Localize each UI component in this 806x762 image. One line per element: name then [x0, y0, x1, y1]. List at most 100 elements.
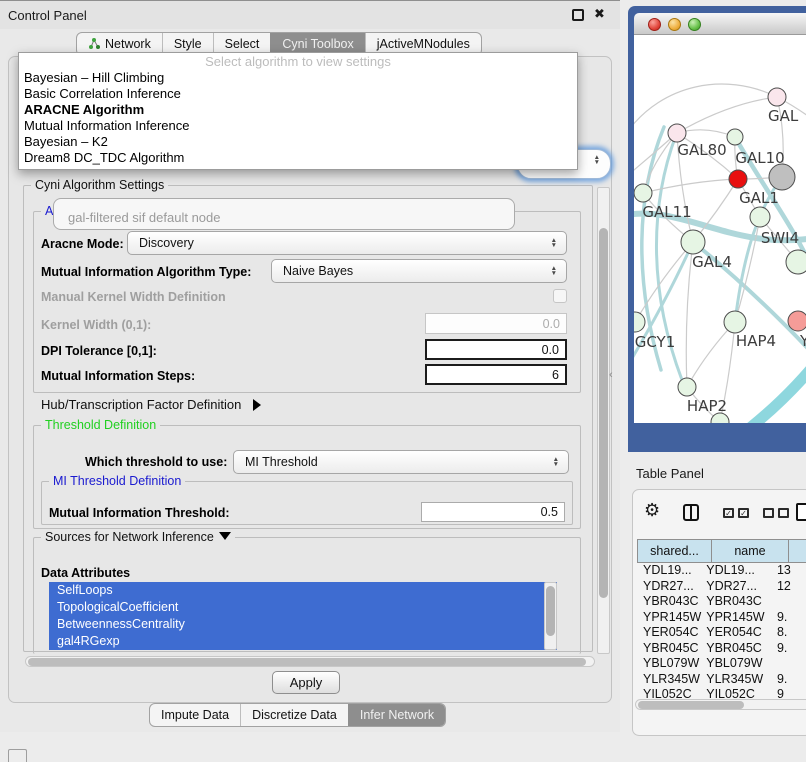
- attributes-list-vscrollbar[interactable]: [544, 582, 557, 650]
- network-edge[interactable]: [677, 97, 777, 133]
- dpi-tolerance-field[interactable]: 0.0: [425, 339, 567, 360]
- mi-threshold-legend: MI Threshold Definition: [49, 474, 185, 489]
- split-pane-collapse-icon[interactable]: ‹: [609, 369, 613, 381]
- threshold-definition-legend: Threshold Definition: [41, 418, 160, 433]
- algorithm-option[interactable]: ARACNE Algorithm: [19, 102, 577, 118]
- table-row[interactable]: YDL19...YDL19...13: [637, 563, 806, 579]
- algorithm-option[interactable]: Dream8 DC_TDC Algorithm: [19, 150, 577, 166]
- checked-checkbox-icon[interactable]: ✓: [738, 508, 749, 518]
- scrollbar-thumb[interactable]: [546, 586, 555, 636]
- table-cell: YPR145W: [702, 610, 769, 626]
- close-panel-icon[interactable]: ✖: [594, 6, 605, 22]
- table-cell: YER054C: [702, 625, 769, 641]
- table-cell: YBR043C: [637, 594, 702, 610]
- kernel-width-field[interactable]: 0.0: [425, 313, 567, 334]
- network-node[interactable]: [724, 311, 746, 333]
- tab-infer-network[interactable]: Infer Network: [348, 704, 445, 726]
- sources-legend[interactable]: Sources for Network Inference: [41, 530, 235, 545]
- table-cell: [769, 594, 806, 610]
- data-attributes-list[interactable]: SelfLoopsTopologicalCoefficientBetweenne…: [49, 582, 557, 650]
- scrollbar-thumb[interactable]: [28, 658, 586, 666]
- scrollbar-thumb[interactable]: [638, 701, 744, 709]
- algorithm-option[interactable]: Bayesian – K2: [19, 134, 577, 150]
- hub-definition-toggle[interactable]: Hub/Transcription Factor Definition: [41, 397, 261, 412]
- network-node-label: GAL: [768, 107, 799, 125]
- table-cell: YBL079W: [702, 656, 769, 672]
- network-node[interactable]: [788, 311, 806, 331]
- mi-type-combobox[interactable]: Naive Bayes ▲▼: [271, 259, 567, 283]
- table-cell: 12: [769, 579, 806, 595]
- network-node[interactable]: [750, 207, 770, 227]
- network-node[interactable]: [634, 184, 652, 202]
- network-edge[interactable]: [634, 84, 777, 131]
- minimize-traffic-light-icon[interactable]: [668, 18, 681, 31]
- mi-threshold-field[interactable]: 0.5: [421, 502, 565, 522]
- control-panel-title: Control Panel: [0, 8, 87, 23]
- tab-label: Cyni Toolbox: [282, 37, 353, 51]
- network-selector-combobox[interactable]: gal-filtered sif default node: [53, 198, 515, 230]
- float-window-icon[interactable]: [572, 9, 584, 21]
- network-view-titlebar[interactable]: [634, 13, 806, 35]
- split-columns-icon[interactable]: [683, 504, 699, 521]
- attribute-list-item[interactable]: TopologicalCoefficient: [49, 599, 557, 616]
- network-edge[interactable]: [746, 363, 806, 423]
- checked-checkbox-icon[interactable]: ✓: [723, 508, 734, 518]
- network-edge[interactable]: [643, 179, 738, 193]
- network-node[interactable]: [681, 230, 705, 254]
- network-node[interactable]: [786, 250, 806, 274]
- column-header[interactable]: name: [712, 539, 789, 563]
- table-row[interactable]: YBR043CYBR043C: [637, 594, 806, 610]
- algorithm-option[interactable]: Basic Correlation Inference: [19, 86, 577, 102]
- expand-right-triangle-icon: [253, 399, 261, 411]
- control-panel-titlebar: Control Panel ✖: [0, 1, 620, 29]
- table-row[interactable]: YLR345WYLR345W9.: [637, 672, 806, 688]
- algorithm-option[interactable]: Bayesian – Hill Climbing: [19, 70, 577, 86]
- algorithm-option[interactable]: Mutual Information Inference: [19, 118, 577, 134]
- table-hscrollbar[interactable]: [635, 699, 806, 710]
- gear-icon[interactable]: ⚙︎: [644, 500, 660, 521]
- algorithm-dropdown-prompt: Select algorithm to view settings: [19, 53, 577, 70]
- table-row[interactable]: YPR145WYPR145W9.: [637, 610, 806, 626]
- unchecked-checkbox-icon[interactable]: [763, 508, 774, 518]
- table-row[interactable]: YDR27...YDR27...12: [637, 579, 806, 595]
- network-node[interactable]: [668, 124, 686, 142]
- close-traffic-light-icon[interactable]: [648, 18, 661, 31]
- zoom-traffic-light-icon[interactable]: [688, 18, 701, 31]
- collapsed-panel-button[interactable]: [8, 749, 27, 762]
- table-row[interactable]: YBL079WYBL079W: [637, 656, 806, 672]
- network-graph[interactable]: GALGAL80GAL10GAL1GAL11SWI4GAL4GCY1HAP4YH…: [634, 35, 806, 423]
- attribute-list-item[interactable]: gal4RGexp: [49, 633, 557, 650]
- network-canvas[interactable]: GALGAL80GAL10GAL1GAL11SWI4GAL4GCY1HAP4YH…: [634, 35, 806, 423]
- manual-kernel-checkbox[interactable]: [553, 289, 567, 303]
- table-row[interactable]: YER054CYER054C8.: [637, 625, 806, 641]
- attribute-list-item[interactable]: SelfLoops: [49, 582, 557, 599]
- settings-vscrollbar[interactable]: [597, 187, 610, 654]
- tab-label: Infer Network: [360, 708, 434, 722]
- column-header[interactable]: shared...: [637, 539, 712, 563]
- aracne-mode-label: Aracne Mode:: [41, 237, 124, 251]
- unchecked-checkbox-icon[interactable]: [778, 508, 789, 518]
- table-row[interactable]: YBR045CYBR045C9.: [637, 641, 806, 657]
- aracne-mode-combobox[interactable]: Discovery ▲▼: [127, 231, 567, 255]
- apply-button[interactable]: Apply: [272, 671, 340, 694]
- document-icon[interactable]: [796, 503, 806, 521]
- network-node[interactable]: [634, 312, 645, 332]
- network-node[interactable]: [769, 164, 795, 190]
- network-node[interactable]: [768, 88, 786, 106]
- combo-arrows-icon: ▲▼: [551, 238, 557, 248]
- mi-steps-field[interactable]: 6: [425, 364, 567, 385]
- tab-impute-data[interactable]: Impute Data: [150, 704, 240, 726]
- table-cell: YBR045C: [702, 641, 769, 657]
- network-view-window[interactable]: GALGAL80GAL10GAL1GAL11SWI4GAL4GCY1HAP4YH…: [628, 6, 806, 452]
- data-attributes-label: Data Attributes: [41, 566, 130, 580]
- tab-discretize-data[interactable]: Discretize Data: [240, 704, 348, 726]
- network-node-label: GAL10: [735, 149, 784, 167]
- column-header[interactable]: A: [789, 539, 806, 563]
- which-threshold-combobox[interactable]: MI Threshold ▲▼: [233, 450, 569, 474]
- attribute-list-item[interactable]: BetweennessCentrality: [49, 616, 557, 633]
- network-node[interactable]: [727, 129, 743, 145]
- network-node[interactable]: [729, 170, 747, 188]
- scrollbar-thumb[interactable]: [599, 228, 608, 598]
- network-node[interactable]: [678, 378, 696, 396]
- settings-hscrollbar[interactable]: [25, 656, 595, 667]
